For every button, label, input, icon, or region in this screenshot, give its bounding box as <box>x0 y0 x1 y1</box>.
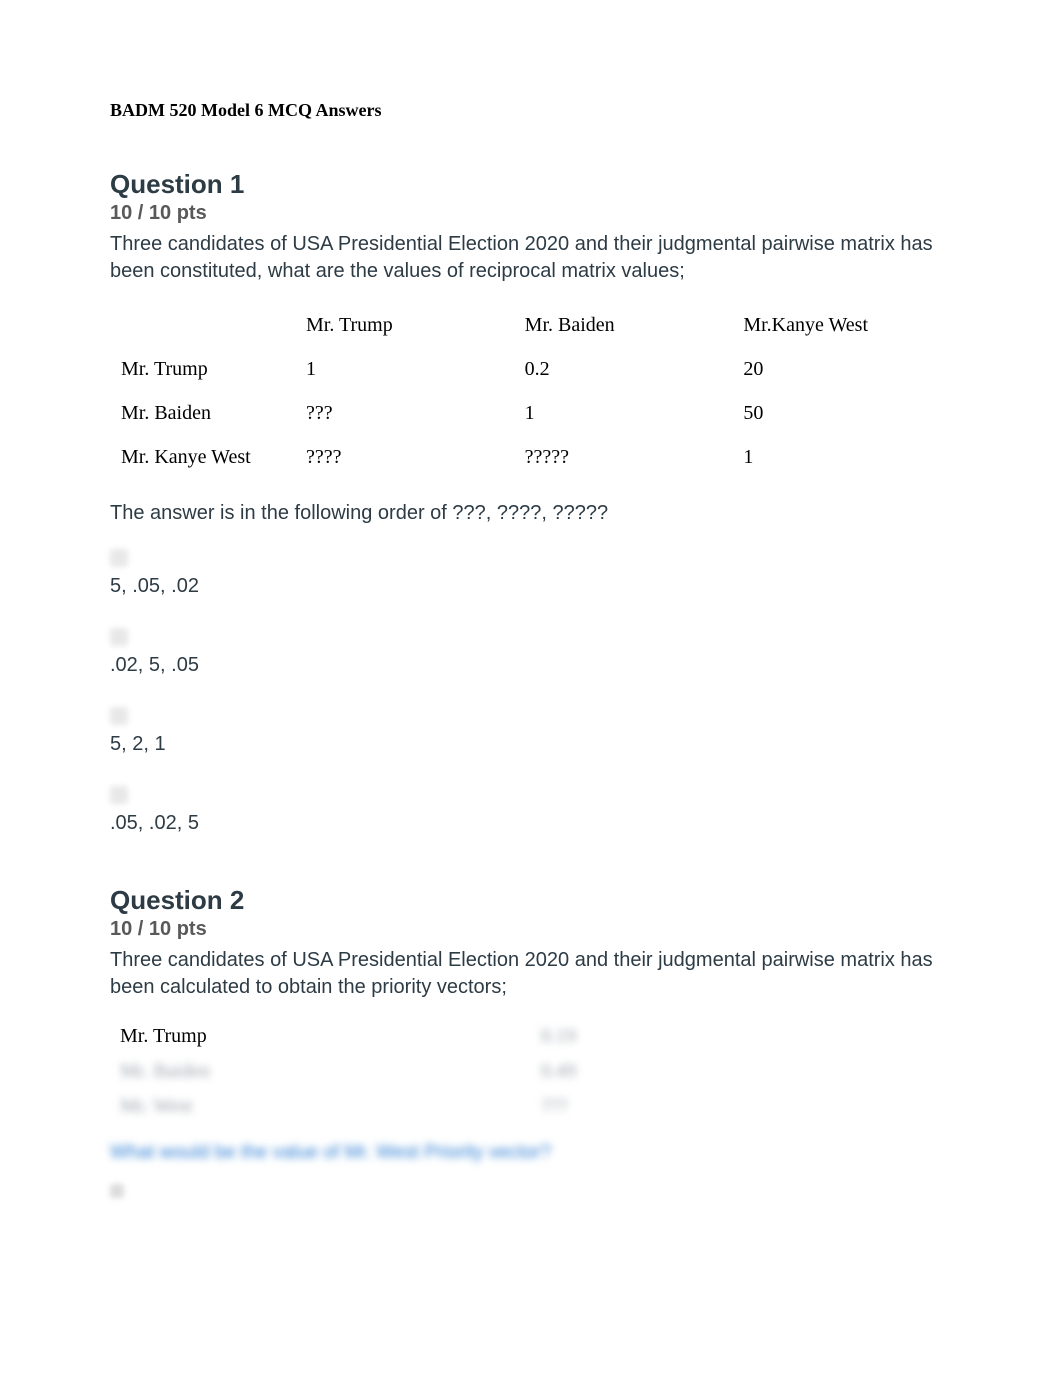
table-header-cell: Mr.Kanye West <box>733 304 952 348</box>
table-cell: Mr. Trump <box>110 1019 531 1054</box>
table-cell: 0.2 <box>514 348 733 392</box>
table-cell: Mr. Kanye West <box>111 436 296 480</box>
question-1-title: Question 1 <box>110 169 952 200</box>
table-cell: 1 <box>296 348 515 392</box>
table-cell: ??? <box>296 392 515 436</box>
table-row: Mr. West ??? <box>110 1089 952 1124</box>
question-2-points: 10 / 10 pts <box>110 918 952 941</box>
table-row: Mr. Kanye West ???? ????? 1 <box>111 436 952 480</box>
priority-vector-table: Mr. Trump 0.19 Mr. Baiden 0.49 Mr. West … <box>110 1019 952 1124</box>
table-cell: 1 <box>733 436 952 480</box>
table-cell-blurred: Mr. Baiden <box>110 1054 531 1089</box>
table-cell: 50 <box>733 392 952 436</box>
question-1-text: Three candidates of USA Presidential Ele… <box>110 231 952 285</box>
question-1-points: 10 / 10 pts <box>110 202 952 225</box>
option-d[interactable]: .05, .02, 5 <box>110 786 952 835</box>
table-cell-blurred: ??? <box>531 1089 952 1124</box>
question-2-followup: What would be the value of Mr. West Prio… <box>110 1142 952 1164</box>
table-row: Mr. Trump 1 0.2 20 <box>111 348 952 392</box>
question-2-title: Question 2 <box>110 885 952 916</box>
radio-icon <box>110 707 128 725</box>
table-header-cell: Mr. Baiden <box>514 304 733 348</box>
question-2-text: Three candidates of USA Presidential Ele… <box>110 947 952 1001</box>
question-2: Question 2 10 / 10 pts Three candidates … <box>110 885 952 1198</box>
table-header-cell <box>111 304 296 348</box>
table-row: Mr. Baiden 0.49 <box>110 1054 952 1089</box>
table-cell: Mr. Trump <box>111 348 296 392</box>
option-label: 5, .05, .02 <box>110 575 952 598</box>
q1-options: 5, .05, .02 .02, 5, .05 5, 2, 1 .05, .02… <box>110 549 952 835</box>
table-cell-blurred: 0.19 <box>531 1019 952 1054</box>
table-cell-blurred: Mr. West <box>110 1089 531 1124</box>
radio-icon <box>110 786 128 804</box>
table-cell: ????? <box>514 436 733 480</box>
table-row: Mr. Baiden ??? 1 50 <box>111 392 952 436</box>
radio-icon <box>110 549 128 567</box>
doc-title: BADM 520 Model 6 MCQ Answers <box>110 100 952 121</box>
option-label: .05, .02, 5 <box>110 812 952 835</box>
table-cell: 1 <box>514 392 733 436</box>
table-cell: Mr. Baiden <box>111 392 296 436</box>
table-row: Mr. Trump 0.19 <box>110 1019 952 1054</box>
option-label: .02, 5, .05 <box>110 654 952 677</box>
pairwise-matrix-table: Mr. Trump Mr. Baiden Mr.Kanye West Mr. T… <box>110 303 952 480</box>
table-header-cell: Mr. Trump <box>296 304 515 348</box>
radio-icon <box>110 1184 124 1198</box>
option-b[interactable]: .02, 5, .05 <box>110 628 952 677</box>
table-header-row: Mr. Trump Mr. Baiden Mr.Kanye West <box>111 304 952 348</box>
answer-order-note: The answer is in the following order of … <box>110 502 952 525</box>
table-cell: ???? <box>296 436 515 480</box>
table-cell: 20 <box>733 348 952 392</box>
option-c[interactable]: 5, 2, 1 <box>110 707 952 756</box>
table-cell-blurred: 0.49 <box>531 1054 952 1089</box>
option-a[interactable]: 5, .05, .02 <box>110 549 952 598</box>
radio-icon <box>110 628 128 646</box>
question-1: Question 1 10 / 10 pts Three candidates … <box>110 169 952 835</box>
option-label: 5, 2, 1 <box>110 733 952 756</box>
